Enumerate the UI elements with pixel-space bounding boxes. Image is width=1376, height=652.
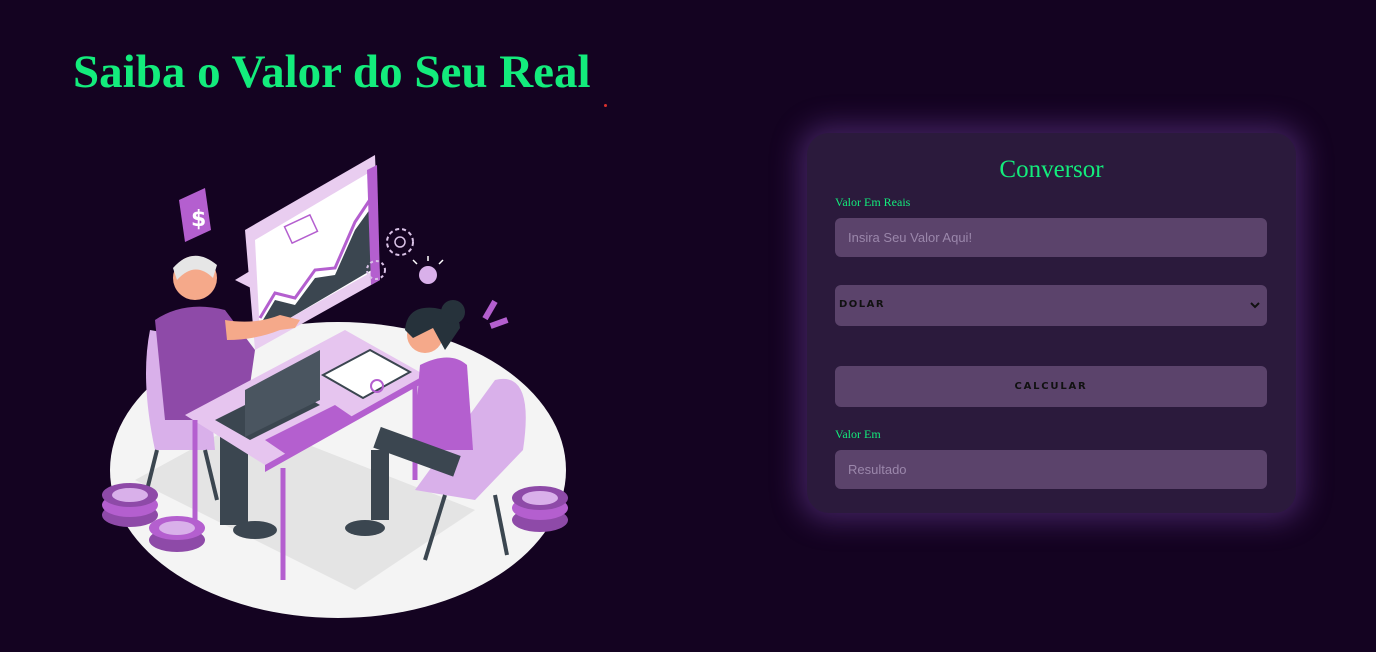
- input-label: Valor Em Reais: [835, 195, 911, 209]
- result-label: Valor Em: [835, 427, 881, 441]
- currency-select[interactable]: DOLAR: [835, 285, 1267, 326]
- valor-reais-input[interactable]: [835, 218, 1267, 257]
- chevron-down-icon: [1250, 302, 1260, 309]
- currency-select-value: DOLAR: [839, 299, 886, 310]
- converter-card: Conversor Valor Em Reais DOLAR CALCULAR …: [807, 133, 1296, 513]
- calculate-button[interactable]: CALCULAR: [835, 366, 1267, 407]
- page-title: Saiba o Valor do Seu Real: [73, 46, 591, 98]
- result-output[interactable]: [835, 450, 1267, 489]
- converter-title: Conversor: [999, 156, 1104, 183]
- decorative-dot: [604, 104, 607, 107]
- meeting-illustration: $: [102, 155, 568, 618]
- svg-text:$: $: [191, 207, 206, 232]
